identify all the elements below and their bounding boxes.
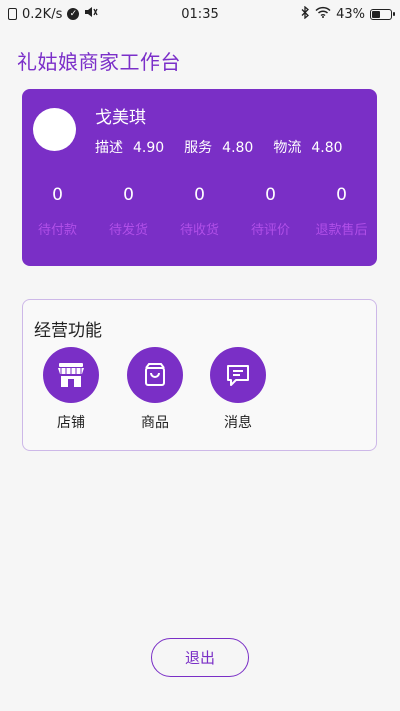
bluetooth-icon [301,5,310,23]
stat-count: 0 [336,185,347,205]
business-functions-card: 经营功能 店铺 商品 消息 [22,299,377,451]
function-label: 消息 [224,415,252,431]
rating-label: 物流 [273,140,302,156]
function-label: 店铺 [57,415,85,431]
status-right: 43% [301,5,395,23]
stat-count: 0 [194,185,205,205]
stat-label: 待评价 [250,223,290,238]
function-label: 商品 [141,415,169,431]
stat-pending-receipt[interactable]: 0 待收货 [164,185,235,238]
mute-icon [84,6,98,22]
rating-service: 服务 4.80 [184,137,253,157]
stat-pending-review[interactable]: 0 待评价 [235,185,306,238]
function-messages[interactable]: 消息 [203,347,273,432]
user-name: 戈美琪 [95,108,146,128]
network-speed: 0.2K/s [22,6,63,22]
check-icon: ✓ [67,8,80,20]
avatar[interactable] [33,108,76,151]
battery-icon [370,8,395,20]
status-bar: 0.2K/s ✓ 01:35 43% [0,0,400,28]
stat-label: 待收货 [179,223,219,238]
stat-label: 待付款 [37,223,77,238]
page-title: 礼姑娘商家工作台 [17,50,181,74]
battery-percent: 43% [336,6,365,22]
store-icon [43,347,99,403]
status-left: 0.2K/s ✓ [8,6,98,22]
stat-pending-payment[interactable]: 0 待付款 [22,185,93,238]
battery-level [372,10,380,18]
rating-value: 4.80 [311,140,343,156]
shopping-bag-icon [127,347,183,403]
store-ratings: 描述 4.90 服务 4.80 物流 4.80 [95,137,343,157]
rating-label: 服务 [184,140,213,156]
section-title: 经营功能 [34,321,102,341]
logout-button[interactable]: 退出 [151,638,249,677]
stat-count: 0 [265,185,276,205]
stat-label: 待发货 [108,223,148,238]
profile-card: 戈美琪 描述 4.90 服务 4.80 物流 4.80 0 待付款 0 待发货 0 待… [22,89,377,266]
rating-value: 4.80 [222,140,254,156]
wifi-icon [315,6,331,22]
rating-label: 描述 [95,140,123,156]
function-store[interactable]: 店铺 [36,347,106,432]
message-icon [210,347,266,403]
stat-count: 0 [123,185,134,205]
rating-logistics: 物流 4.80 [273,137,342,157]
stat-pending-shipment[interactable]: 0 待发货 [93,185,164,238]
order-stats: 0 待付款 0 待发货 0 待收货 0 待评价 0 退款售后 [22,185,377,238]
sim-icon [8,8,17,20]
rating-value: 4.90 [133,140,165,156]
stat-count: 0 [52,185,63,205]
stat-refund[interactable]: 0 退款售后 [306,185,377,238]
stat-label: 退款售后 [315,223,368,238]
rating-description: 描述 4.90 [95,137,164,157]
function-products[interactable]: 商品 [120,347,190,432]
